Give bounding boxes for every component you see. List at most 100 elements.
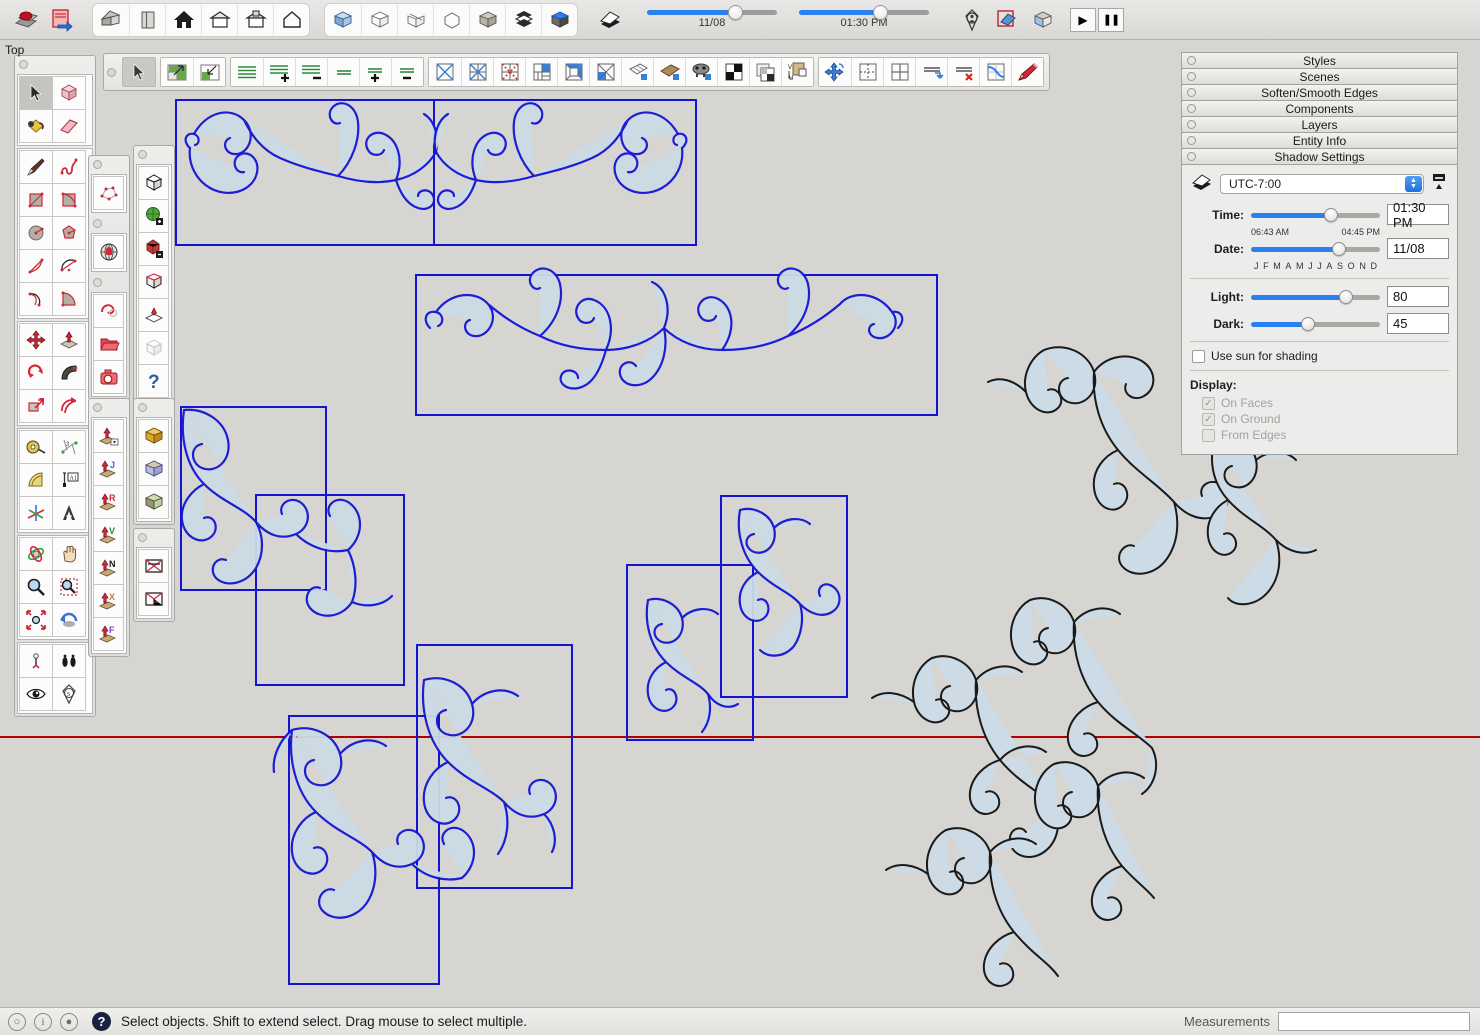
smooth-edges-tool[interactable] xyxy=(915,58,947,86)
panel-disclosure-entity-info[interactable] xyxy=(1187,136,1196,145)
section-cut-icon[interactable] xyxy=(1026,3,1062,37)
move-tool[interactable] xyxy=(19,323,53,357)
paint-bucket-tool[interactable] xyxy=(19,109,53,143)
text-tool[interactable]: A1 xyxy=(52,463,86,497)
scale-tool[interactable] xyxy=(19,389,53,423)
info-icon[interactable]: i xyxy=(34,1012,52,1031)
extrude-along-path-tool[interactable]: X xyxy=(93,584,124,618)
home-icon[interactable] xyxy=(165,2,201,37)
checker-uv-tool[interactable] xyxy=(717,58,749,86)
light-slider[interactable] xyxy=(1251,289,1380,304)
solid-collapse-dot[interactable] xyxy=(138,149,147,159)
make-face-tool[interactable] xyxy=(138,549,169,583)
display-on-ground-checkbox[interactable]: ✓ xyxy=(1202,412,1215,426)
scale-up-tool[interactable] xyxy=(161,58,193,86)
sandbox-palette-header-2[interactable] xyxy=(89,215,129,231)
green-material-tool[interactable] xyxy=(138,485,169,519)
use-sun-row[interactable]: Use sun for shading xyxy=(1192,349,1449,363)
sandbox-collapse-dot[interactable] xyxy=(93,159,102,169)
panel-styles[interactable]: Styles xyxy=(1181,52,1458,68)
rotated-rectangle-tool[interactable] xyxy=(52,183,86,217)
box-trim-icon[interactable] xyxy=(541,2,577,37)
date-value-field[interactable]: 11/08 xyxy=(1387,238,1449,259)
material-collapse-dot[interactable] xyxy=(138,402,147,412)
followme-tool[interactable] xyxy=(52,356,86,390)
union-tool[interactable] xyxy=(138,199,169,233)
outer-shell-tool[interactable] xyxy=(138,166,169,200)
face-corner-tool[interactable] xyxy=(138,582,169,616)
quad-triangulate-blue-tool[interactable] xyxy=(461,58,493,86)
display-on-faces-row[interactable]: ✓ On Faces xyxy=(1202,396,1449,410)
smoove-tool[interactable] xyxy=(93,294,124,328)
look-around-tool[interactable] xyxy=(19,677,53,711)
toolbar-grab-handle[interactable] xyxy=(107,67,116,77)
normal-pushpull-tool[interactable]: N xyxy=(93,551,124,585)
follow-me-plus-tool[interactable]: F xyxy=(93,617,124,651)
shadow-time-slider[interactable] xyxy=(1251,207,1380,222)
timezone-select[interactable]: UTC-7:00 ▲ ▼ xyxy=(1220,173,1424,194)
split-quad-tool[interactable] xyxy=(851,58,883,86)
quad-diagonal-tool[interactable] xyxy=(429,58,461,86)
play-animation-button[interactable]: ▶ xyxy=(1070,7,1096,32)
section-plane-tool[interactable]: S xyxy=(52,677,86,711)
credits-icon[interactable]: ○ xyxy=(8,1012,26,1031)
sandbox-palette-header[interactable] xyxy=(89,156,129,172)
panel-layers[interactable]: Layers xyxy=(1181,116,1458,132)
vector-pushpull-tool[interactable]: V xyxy=(93,518,124,552)
timezone-stepper-icon[interactable]: ▲ ▼ xyxy=(1405,175,1422,192)
panel-scenes[interactable]: Scenes xyxy=(1181,68,1458,84)
paste-uv-tool[interactable]: V U xyxy=(781,58,813,86)
palette-header[interactable] xyxy=(15,56,95,72)
joint-pushpull-tool[interactable]: J xyxy=(93,452,124,486)
circle-tool[interactable] xyxy=(19,216,53,250)
sketchup-logo-icon[interactable] xyxy=(8,3,44,37)
date-slider[interactable]: 11/08 xyxy=(642,5,782,29)
quad-mesh-tool[interactable] xyxy=(621,58,653,86)
house-outline-icon[interactable] xyxy=(273,2,309,37)
box-plain-icon[interactable] xyxy=(433,2,469,37)
round-pushpull-tool[interactable]: R xyxy=(93,485,124,519)
zoom-window-tool[interactable] xyxy=(52,570,86,604)
delete-edges-tool[interactable] xyxy=(947,58,979,86)
display-on-ground-row[interactable]: ✓ On Ground xyxy=(1202,412,1449,426)
panel-disclosure-shadow[interactable] xyxy=(1187,152,1196,161)
make-component-tool[interactable] xyxy=(52,76,86,110)
intersect-tool[interactable] xyxy=(138,298,169,332)
panel-entity-info[interactable]: Entity Info xyxy=(1181,132,1458,148)
shadow-toggle-small-icon[interactable] xyxy=(1190,171,1216,196)
section-plane-icon[interactable] xyxy=(990,3,1026,37)
offset-tool[interactable] xyxy=(52,389,86,423)
contour-lines-tool[interactable] xyxy=(231,58,263,86)
panel-shadow-settings[interactable]: Shadow Settings xyxy=(1181,148,1458,164)
select-tool[interactable] xyxy=(123,58,155,86)
box-split-icon[interactable] xyxy=(397,2,433,37)
sandbox-collapse-dot-3[interactable] xyxy=(93,277,102,287)
folder-tool[interactable] xyxy=(93,327,124,361)
from-contours-tool[interactable] xyxy=(93,176,124,210)
copy-uv-tool[interactable] xyxy=(749,58,781,86)
box-outline-icon[interactable] xyxy=(361,2,397,37)
orbit-target-icon[interactable] xyxy=(954,3,990,37)
uv-mushroom-tool[interactable] xyxy=(685,58,717,86)
material-palette-header[interactable] xyxy=(134,399,174,415)
quad-grid-blue-tool[interactable] xyxy=(525,58,557,86)
solid-inspector-tool[interactable]: ? xyxy=(138,364,169,398)
polygon-tool[interactable] xyxy=(52,216,86,250)
contour-add-tool[interactable] xyxy=(263,58,295,86)
quad-half-tool[interactable] xyxy=(589,58,621,86)
trim-tool[interactable] xyxy=(138,265,169,299)
shadow-panel-menu-icon[interactable] xyxy=(1431,173,1449,194)
tape-measure-tool[interactable] xyxy=(19,430,53,464)
box-tan-icon[interactable] xyxy=(469,2,505,37)
palette-collapse-dot[interactable] xyxy=(19,59,28,69)
position-camera-tool[interactable] xyxy=(19,644,53,678)
extrude-collapse-dot[interactable] xyxy=(93,402,102,412)
warehouse-icon[interactable] xyxy=(93,3,129,37)
protractor-tool[interactable] xyxy=(19,463,53,497)
pan-tool[interactable] xyxy=(52,537,86,571)
panel-disclosure-layers[interactable] xyxy=(1187,120,1196,129)
line-add-tool[interactable] xyxy=(359,58,391,86)
person-icon[interactable]: ● xyxy=(60,1012,78,1031)
open-layout-icon[interactable] xyxy=(44,3,80,37)
shadow-date-slider[interactable] xyxy=(1251,241,1380,256)
